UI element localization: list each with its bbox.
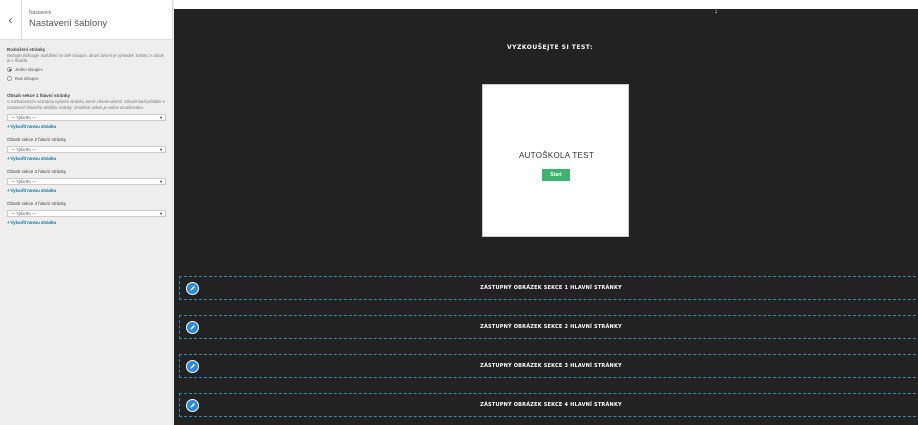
section-4-create-page-link[interactable]: + Vytvořit novou stránku [7, 220, 165, 225]
section-3-title: Obsah sekce 3 hlavní stránky [7, 168, 67, 174]
radio-one-column-label: Jeden sloupec [15, 67, 43, 73]
quiz-title: AUTOŠKOLA TEST [518, 151, 595, 160]
section-4-control: Obsah sekce 4 hlavní stránky — Vyberte —… [7, 200, 166, 225]
section-2-create-page-link[interactable]: + Vytvořit novou stránku [7, 156, 165, 161]
section-4-select[interactable]: — Vyberte — ▼ [7, 209, 166, 217]
dropdown-arrow-icon: ▼ [159, 210, 163, 216]
quiz-widget: AUTOŠKOLA TEST Start [482, 84, 629, 237]
section-4-title: Obsah sekce 4 hlavní stránky [7, 200, 67, 206]
section-1-create-page-link[interactable]: + Vytvořit novou stránku [7, 124, 165, 129]
dropdown-arrow-icon: ▼ [159, 114, 163, 120]
section-2-select[interactable]: — Vyberte — ▼ [7, 145, 166, 153]
pencil-icon [190, 325, 195, 330]
layout-option-two-columns[interactable]: Dva sloupce [7, 76, 165, 82]
test-heading: VYZKOUŠEJTE SI TEST: [507, 44, 593, 51]
dropdown-arrow-icon: ▼ [159, 178, 163, 184]
section-1-placeholder: ZÁSTUPNÝ OBRÁZEK SEKCE 1 HLAVNÍ STRÁNKY [179, 276, 918, 300]
section-2-edit-button[interactable] [186, 321, 199, 334]
pencil-icon [190, 364, 195, 369]
section-3-select[interactable]: — Vyberte — ▼ [7, 177, 166, 185]
section-3-create-page-link[interactable]: + Vytvořit novou stránku [7, 188, 165, 193]
sidebar-title: Nastavení šablony [29, 18, 108, 29]
section-4-placeholder: ZÁSTUPNÝ OBRÁZEK SEKCE 4 HLAVNÍ STRÁNKY [179, 393, 918, 417]
section-4-placeholder-label: ZÁSTUPNÝ OBRÁZEK SEKCE 4 HLAVNÍ STRÁNKY [480, 402, 622, 408]
arrow-down-icon: ↓ [714, 6, 718, 15]
section-3-placeholder: ZÁSTUPNÝ OBRÁZEK SEKCE 3 HLAVNÍ STRÁNKY [179, 354, 918, 378]
section-1-select[interactable]: — Vyberte — ▼ [7, 113, 166, 121]
layout-description: Nebojte přílistujte rozložení se dvě slo… [7, 53, 164, 64]
back-button[interactable]: ‹ [0, 0, 22, 40]
section-1-description: V rozbalovacím seznamu vyberte stránku, … [7, 99, 165, 110]
section-1-title: Obsah sekce 1 hlavní stránky [7, 93, 71, 99]
section-2-placeholder: ZÁSTUPNÝ OBRÁZEK SEKCE 2 HLAVNÍ STRÁNKY [179, 315, 918, 339]
sidebar-subtitle: Nastavení [29, 10, 52, 16]
dropdown-arrow-icon: ▼ [159, 146, 163, 152]
layout-title: Rozložení stránky [7, 47, 46, 52]
customizer-sidebar: ‹ Nastavení Nastavení šablony Rozložení … [0, 0, 173, 425]
section-3-control: Obsah sekce 3 hlavní stránky — Vyberte —… [7, 168, 166, 193]
chevron-left-icon: ‹ [8, 13, 13, 27]
sidebar-body: Rozložení stránky Nebojte přílistujte ro… [0, 40, 172, 225]
sidebar-header: ‹ Nastavení Nastavení šablony [0, 0, 172, 40]
section-4-edit-button[interactable] [186, 399, 199, 412]
section-1-control: Obsah sekce 1 hlavní stránky V rozbalova… [7, 93, 166, 129]
section-3-placeholder-label: ZÁSTUPNÝ OBRÁZEK SEKCE 3 HLAVNÍ STRÁNKY [480, 363, 622, 369]
start-button[interactable]: Start [542, 169, 570, 181]
layout-control: Rozložení stránky Nebojte přílistujte ro… [7, 47, 165, 82]
pencil-icon [190, 403, 195, 408]
site-preview: ↓ VYZKOUŠEJTE SI TEST: AUTOŠKOLA TEST St… [174, 0, 918, 425]
section-1-placeholder-label: ZÁSTUPNÝ OBRÁZEK SEKCE 1 HLAVNÍ STRÁNKY [480, 285, 622, 291]
section-2-control: Obsah sekce 2 hlavní stránky — Vyberte —… [7, 136, 166, 161]
radio-two-columns-label: Dva sloupce [15, 76, 39, 82]
section-2-title: Obsah sekce 2 hlavní stránky [7, 136, 67, 142]
layout-option-one-column[interactable]: Jeden sloupec [7, 67, 165, 73]
preview-top-strip [174, 0, 918, 9]
section-3-edit-button[interactable] [186, 360, 199, 373]
radio-one-column[interactable] [7, 67, 12, 73]
pencil-icon [190, 286, 195, 291]
radio-two-columns[interactable] [7, 76, 12, 82]
section-2-placeholder-label: ZÁSTUPNÝ OBRÁZEK SEKCE 2 HLAVNÍ STRÁNKY [480, 324, 622, 330]
section-1-edit-button[interactable] [186, 282, 199, 295]
